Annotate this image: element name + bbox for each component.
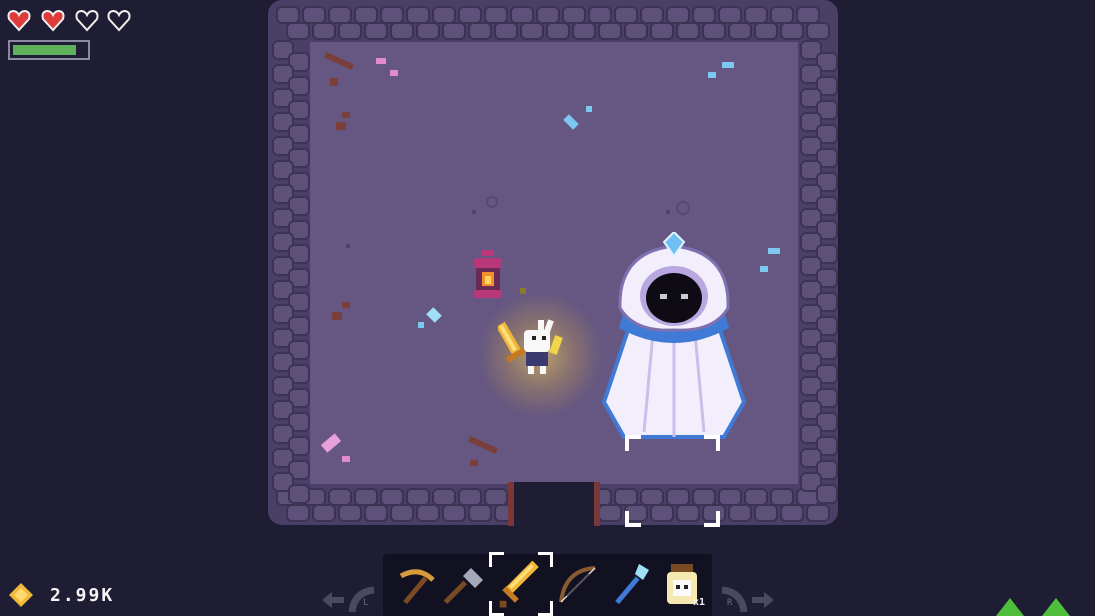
wall-stone: [754, 22, 778, 40]
stamina-bar: [8, 40, 90, 60]
wall-stone: [650, 22, 674, 40]
hotbar-slot-ice-rod[interactable]: [605, 560, 655, 610]
wall-stone: [546, 22, 570, 40]
room-doorway-south[interactable]: [508, 482, 600, 526]
wall-stone: [286, 22, 310, 40]
hotbar-slot-golden-sword[interactable]: [489, 552, 553, 616]
wall-stone: [816, 484, 838, 504]
wall-stone: [288, 484, 310, 504]
wall-stone: [728, 22, 752, 40]
hotbar-slot-pickaxe[interactable]: [391, 560, 441, 610]
gem-coin-icon: [9, 583, 33, 607]
wall-stone: [806, 504, 830, 522]
wall-stone: [364, 22, 388, 40]
wall-stone: [312, 504, 336, 522]
wall-stone: [494, 22, 518, 40]
wall-stone: [520, 22, 544, 40]
heart-full-icon: [7, 9, 31, 32]
wall-stone: [390, 504, 414, 522]
hotbar-slot-shovel[interactable]: [441, 560, 491, 610]
wall-stone: [676, 22, 700, 40]
hooded-wraith-boss: [601, 232, 747, 439]
wall-stone: [598, 504, 622, 522]
wall-stone: [468, 504, 492, 522]
heart-full-icon: [41, 9, 65, 32]
hotbar-slot-bow[interactable]: [553, 560, 603, 610]
cycle-left-key: L: [363, 598, 369, 608]
cycle-right-key: R: [727, 598, 733, 608]
wall-stone: [702, 22, 726, 40]
scroll-up-arrows-icon: [996, 598, 1070, 616]
wall-stone: [286, 504, 310, 522]
wall-stone: [780, 504, 804, 522]
pickaxe-icon: [399, 569, 435, 605]
wall-stone: [806, 22, 830, 40]
wall-stone: [338, 22, 362, 40]
wall-stone: [338, 504, 362, 522]
wall-stone: [572, 22, 596, 40]
currency-count: 2.99K: [50, 585, 115, 606]
wall-stone: [416, 22, 440, 40]
wall-stone: [364, 504, 388, 522]
stamina-fill: [13, 45, 76, 55]
wall-stone: [728, 504, 752, 522]
wall-stone: [416, 504, 440, 522]
bow-icon: [559, 566, 596, 603]
hotbar: [383, 552, 712, 616]
wall-stone: [442, 504, 466, 522]
item-quantity: x1: [693, 597, 706, 608]
player-character: [498, 319, 563, 374]
wall-stone: [312, 22, 336, 40]
wall-stone: [624, 22, 648, 40]
wall-stone: [468, 22, 492, 40]
target-reticle: [625, 435, 720, 527]
heart-empty-icon: [107, 9, 131, 32]
wall-stone: [598, 22, 622, 40]
wall-stone: [390, 22, 414, 40]
shovel-icon: [443, 568, 483, 605]
wall-stone: [754, 504, 778, 522]
heart-empty-icon: [75, 9, 99, 32]
wall-stone: [780, 22, 804, 40]
cycle-left-icon[interactable]: [318, 584, 378, 614]
ice-rod-icon: [615, 564, 649, 605]
wall-stone: [442, 22, 466, 40]
